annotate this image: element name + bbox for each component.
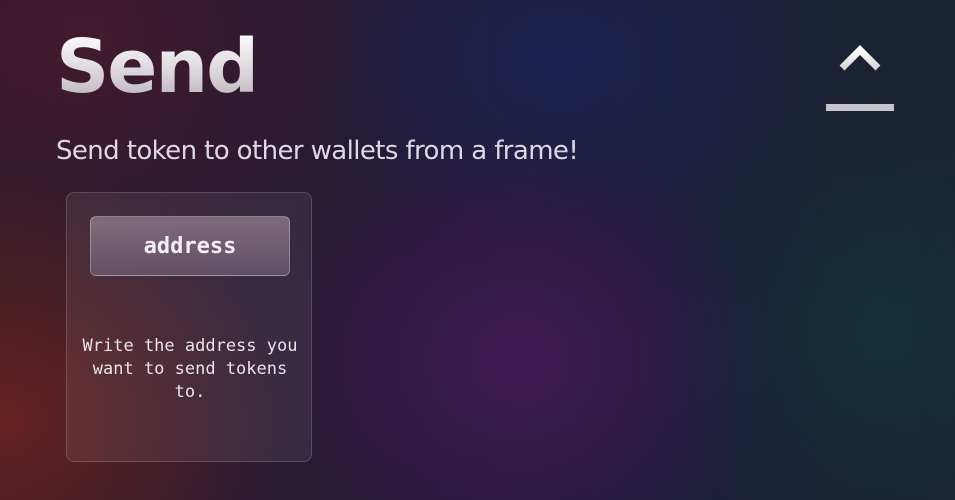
input-card: address Write the address you want to se… — [66, 192, 312, 462]
address-button[interactable]: address — [90, 216, 290, 276]
upload-icon — [826, 42, 894, 114]
page-subtitle: Send token to other wallets from a frame… — [56, 136, 579, 166]
page-title: Send — [56, 24, 259, 110]
address-description: Write the address you want to send token… — [82, 336, 298, 402]
